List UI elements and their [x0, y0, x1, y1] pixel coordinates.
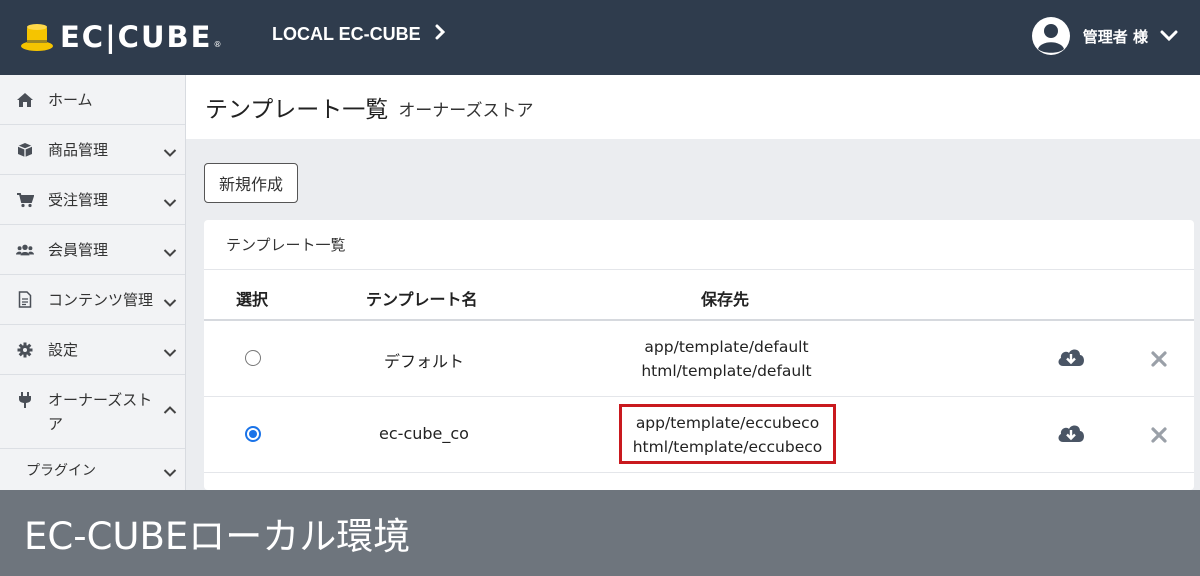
chevron-down-icon [163, 344, 177, 362]
sidebar-item-label: オーナーズストア [48, 391, 153, 433]
file-icon [16, 291, 34, 309]
template-name: ec-cube_co [379, 424, 469, 443]
sidebar-item-products[interactable]: 商品管理 [0, 125, 185, 175]
shop-link[interactable]: LOCAL EC-CUBE [272, 24, 445, 45]
registered-mark: ® [213, 39, 222, 49]
chevron-down-icon [163, 466, 177, 482]
page-title: テンプレート一覧 [205, 97, 389, 123]
cart-icon [16, 191, 34, 209]
users-icon [16, 241, 34, 259]
template-name: デフォルト [383, 352, 464, 371]
column-header-select: 選択 [236, 290, 269, 309]
sidebar-item-contents[interactable]: コンテンツ管理 [0, 275, 185, 325]
app-path: app/template/eccubeco [635, 414, 820, 432]
app-path: app/template/default [644, 338, 809, 356]
sidebar-item-home[interactable]: ホーム [0, 75, 185, 125]
caption-banner: EC-CUBEローカル環境 [0, 490, 1200, 576]
chevron-down-icon [163, 294, 177, 312]
sidebar-item-label: 商品管理 [48, 141, 109, 159]
column-header-template-name: テンプレート名 [366, 290, 478, 309]
new-template-button[interactable]: 新規作成 [204, 163, 298, 203]
home-icon [16, 91, 34, 109]
user-name: 管理者 様 [1082, 27, 1148, 46]
user-avatar-icon [1031, 16, 1071, 56]
save-location-highlight: app/template/eccubeco html/template/eccu… [619, 404, 836, 464]
card-title: テンプレート一覧 [204, 220, 1194, 270]
sidebar-item-label: 設定 [48, 341, 79, 359]
sidebar-subitem-plugins[interactable]: プラグイン [0, 449, 185, 491]
page-title-bar: テンプレート一覧 オーナーズストア [186, 75, 1200, 139]
sidebar-item-label: 会員管理 [48, 241, 109, 259]
chevron-up-icon [163, 401, 177, 419]
sidebar-item-label: ホーム [48, 91, 93, 109]
close-icon[interactable] [1150, 426, 1168, 448]
html-path: html/template/eccubeco [632, 438, 823, 456]
template-select-radio[interactable] [245, 426, 261, 442]
sidebar-item-orders[interactable]: 受注管理 [0, 175, 185, 225]
sidebar-item-label: コンテンツ管理 [48, 291, 154, 309]
column-header-save-location: 保存先 [701, 290, 750, 309]
cloud-download-icon[interactable] [1056, 346, 1086, 372]
user-menu[interactable]: 管理者 様 [1031, 16, 1178, 56]
close-icon[interactable] [1150, 350, 1168, 372]
chevron-down-icon [163, 144, 177, 162]
sidebar-item-label: 受注管理 [48, 191, 109, 209]
cloud-download-icon[interactable] [1056, 422, 1086, 448]
sidebar: ホーム 商品管理 受注管理 会員管理 コンテンツ管理 設定 オーナーズストア プ… [0, 75, 186, 490]
shop-name: LOCAL EC-CUBE [272, 24, 421, 44]
html-path: html/template/default [641, 362, 812, 380]
chevron-down-icon [1160, 27, 1178, 46]
page-subtitle: オーナーズストア [398, 101, 534, 121]
template-select-radio[interactable] [245, 350, 261, 366]
chevron-right-icon [435, 24, 445, 45]
save-location: app/template/default html/template/defau… [624, 335, 829, 383]
chevron-down-icon [163, 244, 177, 262]
sidebar-subitem-label: プラグイン [26, 463, 96, 479]
ec-cube-logo[interactable]: EC|CUBE ® [20, 20, 221, 54]
hat-logo-icon [20, 21, 54, 53]
top-header: EC|CUBE ® LOCAL EC-CUBE 管理者 様 [0, 0, 1200, 75]
table-header: 選択 テンプレート名 保存先 [204, 270, 1194, 321]
sidebar-item-owners-store[interactable]: オーナーズストア [0, 375, 185, 449]
template-list-card: テンプレート一覧 選択 テンプレート名 保存先 デフォルト app/templa… [204, 220, 1194, 490]
logo-text: EC|CUBE [60, 20, 213, 54]
chevron-down-icon [163, 194, 177, 212]
plug-icon [16, 391, 34, 409]
cube-icon [16, 141, 34, 159]
sidebar-item-members[interactable]: 会員管理 [0, 225, 185, 275]
sidebar-item-settings[interactable]: 設定 [0, 325, 185, 375]
cog-icon [16, 341, 34, 359]
table-row: ec-cube_co app/template/eccubeco html/te… [204, 397, 1194, 473]
table-row: デフォルト app/template/default html/template… [204, 321, 1194, 397]
